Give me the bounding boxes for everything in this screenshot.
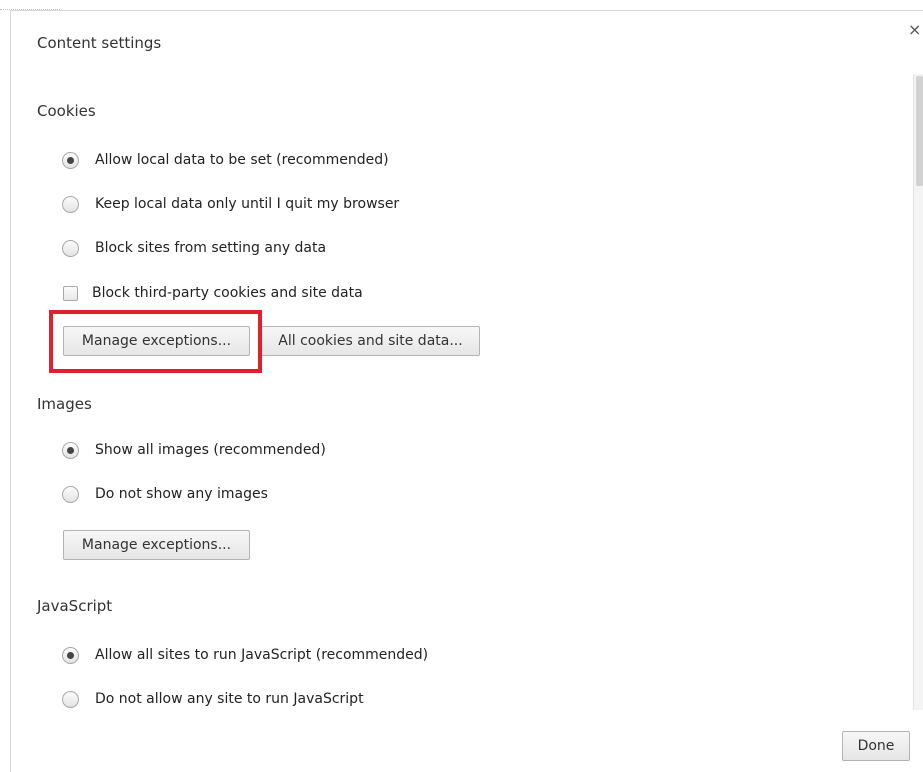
option-label: Do not show any images <box>95 486 268 502</box>
javascript-option-do-not-allow[interactable]: Do not allow any site to run JavaScript <box>62 689 364 709</box>
images-option-show-all[interactable]: Show all images (recommended) <box>62 440 326 460</box>
checkbox[interactable] <box>63 285 78 301</box>
option-label: Show all images (recommended) <box>95 442 326 458</box>
block-third-party-cookies[interactable]: Block third-party cookies and site data <box>62 283 363 303</box>
done-button[interactable]: Done <box>842 731 910 761</box>
radio-button[interactable] <box>62 239 79 257</box>
window-corner-decoration <box>0 0 60 10</box>
option-label: Block sites from setting any data <box>95 240 327 256</box>
option-label: Keep local data only until I quit my bro… <box>95 196 400 212</box>
radio-button[interactable] <box>62 690 79 708</box>
scrollbar-thumb[interactable] <box>916 76 923 186</box>
radio-button-checked[interactable] <box>62 441 79 459</box>
close-icon[interactable]: × <box>908 22 921 38</box>
images-heading: Images <box>37 395 92 413</box>
dialog-title: Content settings <box>37 34 162 52</box>
radio-button-checked[interactable] <box>62 646 79 664</box>
radio-button[interactable] <box>62 485 79 503</box>
option-label: Allow all sites to run JavaScript (recom… <box>95 647 429 663</box>
radio-button-checked[interactable] <box>62 151 79 169</box>
images-option-do-not-show[interactable]: Do not show any images <box>62 484 268 504</box>
cookies-option-allow[interactable]: Allow local data to be set (recommended) <box>62 150 389 170</box>
cookies-manage-exceptions-button[interactable]: Manage exceptions... <box>63 326 250 356</box>
option-label: Do not allow any site to run JavaScript <box>95 691 364 707</box>
cookies-option-keep-until-quit[interactable]: Keep local data only until I quit my bro… <box>62 194 399 214</box>
cookies-option-block[interactable]: Block sites from setting any data <box>62 238 326 258</box>
scrollbar[interactable] <box>913 74 923 710</box>
radio-button[interactable] <box>62 195 79 213</box>
javascript-option-allow[interactable]: Allow all sites to run JavaScript (recom… <box>62 645 428 665</box>
cookies-heading: Cookies <box>37 102 96 120</box>
option-label: Allow local data to be set (recommended) <box>95 152 389 168</box>
all-cookies-and-site-data-button[interactable]: All cookies and site data... <box>261 326 480 356</box>
javascript-heading: JavaScript <box>37 597 113 615</box>
checkbox-label: Block third-party cookies and site data <box>92 285 363 301</box>
images-manage-exceptions-button[interactable]: Manage exceptions... <box>63 530 250 560</box>
